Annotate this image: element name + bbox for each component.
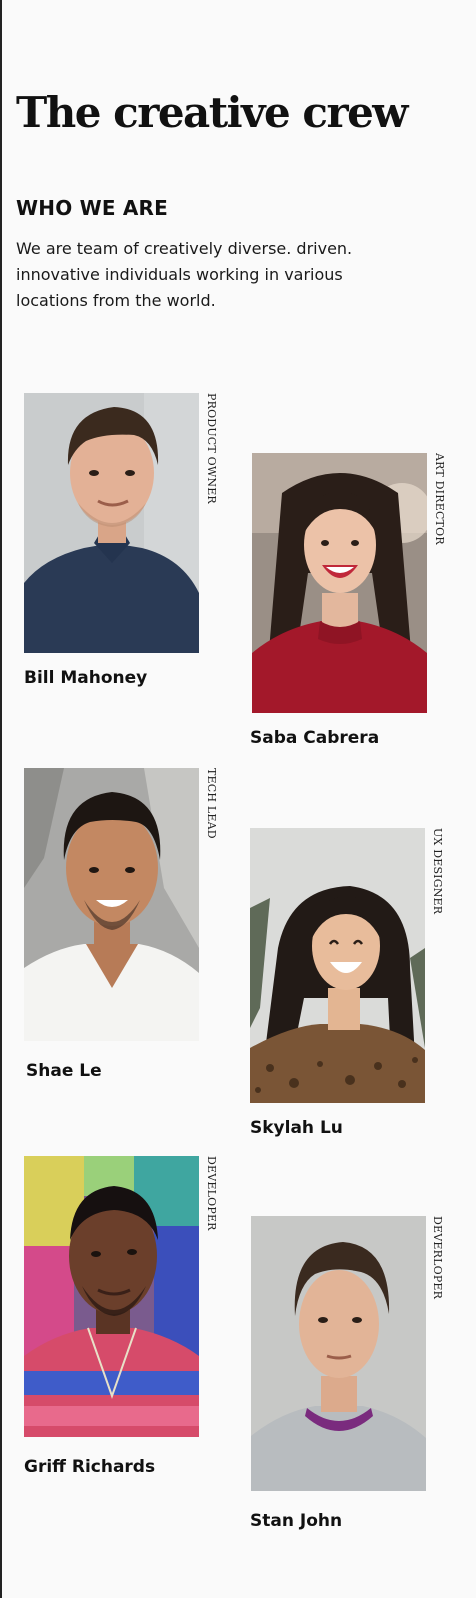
member-role: ART DIRECTOR <box>433 453 446 545</box>
member-photo-skylah-lu <box>250 828 425 1103</box>
member-photo-bill-mahoney <box>24 393 199 653</box>
member-role: DEVERLOPER <box>431 1216 444 1300</box>
member-photo-griff-richards <box>24 1156 199 1437</box>
member-name: Stan John <box>250 1511 343 1531</box>
page-edge <box>0 0 2 1598</box>
section-heading: WHO WE ARE <box>16 196 168 220</box>
member-name: Shae Le <box>26 1061 102 1081</box>
member-name: Skylah Lu <box>250 1118 343 1138</box>
page-title: The creative crew <box>16 88 408 137</box>
member-role: TECH LEAD <box>205 768 218 839</box>
member-name: Bill Mahoney <box>24 668 148 688</box>
intro-paragraph: We are team of creatively diverse. drive… <box>16 239 353 310</box>
member-photo-saba-cabrera <box>252 453 427 713</box>
member-name: Saba Cabrera <box>250 728 380 748</box>
member-role: PRODUCT OWNER <box>205 393 218 504</box>
member-name: Griff Richards <box>24 1457 156 1477</box>
member-photo-shae-le <box>24 768 199 1041</box>
member-role: UX DESIGNER <box>431 828 444 915</box>
member-role: DEVELOPER <box>205 1156 218 1231</box>
member-photo-stan-john <box>251 1216 426 1491</box>
